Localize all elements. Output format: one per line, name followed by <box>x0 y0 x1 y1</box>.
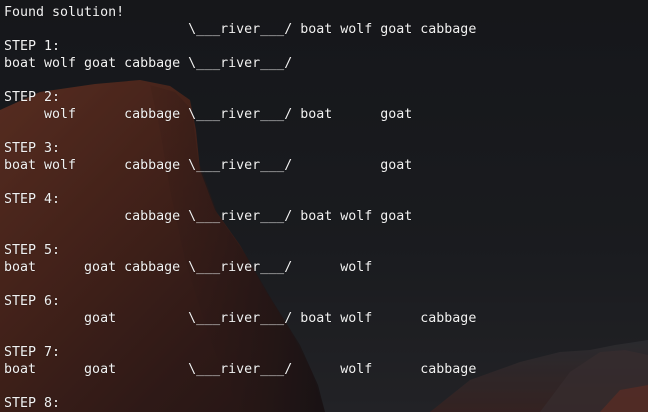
output-line-blank <box>4 174 476 191</box>
output-line-solution-header: Found solution! <box>4 5 125 20</box>
output-line-step-label: STEP 5: <box>4 243 61 258</box>
output-line-blank <box>4 225 476 242</box>
output-line-blank <box>4 276 476 293</box>
terminal-output[interactable]: Found solution! \___river___/ boat wolf … <box>4 4 476 412</box>
output-line-state: cabbage \___river___/ boat wolf goat <box>4 209 413 224</box>
output-line-state: boat goat cabbage \___river___/ wolf <box>4 260 373 275</box>
output-line-state: boat wolf cabbage \___river___/ goat <box>4 158 413 173</box>
output-line-step-label: STEP 7: <box>4 345 61 360</box>
output-line-step-label: STEP 3: <box>4 141 61 156</box>
output-line-step-label: STEP 1: <box>4 39 61 54</box>
output-line-step-label: STEP 2: <box>4 90 61 105</box>
output-line-initial-state: \___river___/ boat wolf goat cabbage <box>4 22 477 37</box>
output-line-blank <box>4 378 476 395</box>
terminal-window[interactable]: Found solution! \___river___/ boat wolf … <box>0 0 648 412</box>
output-line-step-label: STEP 4: <box>4 192 61 207</box>
output-line-blank <box>4 123 476 140</box>
output-line-step-label: STEP 8: <box>4 396 61 411</box>
output-line-blank <box>4 327 476 344</box>
output-line-state: boat goat \___river___/ wolf cabbage <box>4 362 477 377</box>
output-line-state: goat \___river___/ boat wolf cabbage <box>4 311 477 326</box>
output-line-state: boat wolf goat cabbage \___river___/ <box>4 56 293 71</box>
output-line-state: wolf cabbage \___river___/ boat goat <box>4 107 413 122</box>
output-line-blank <box>4 72 476 89</box>
output-line-step-label: STEP 6: <box>4 294 61 309</box>
